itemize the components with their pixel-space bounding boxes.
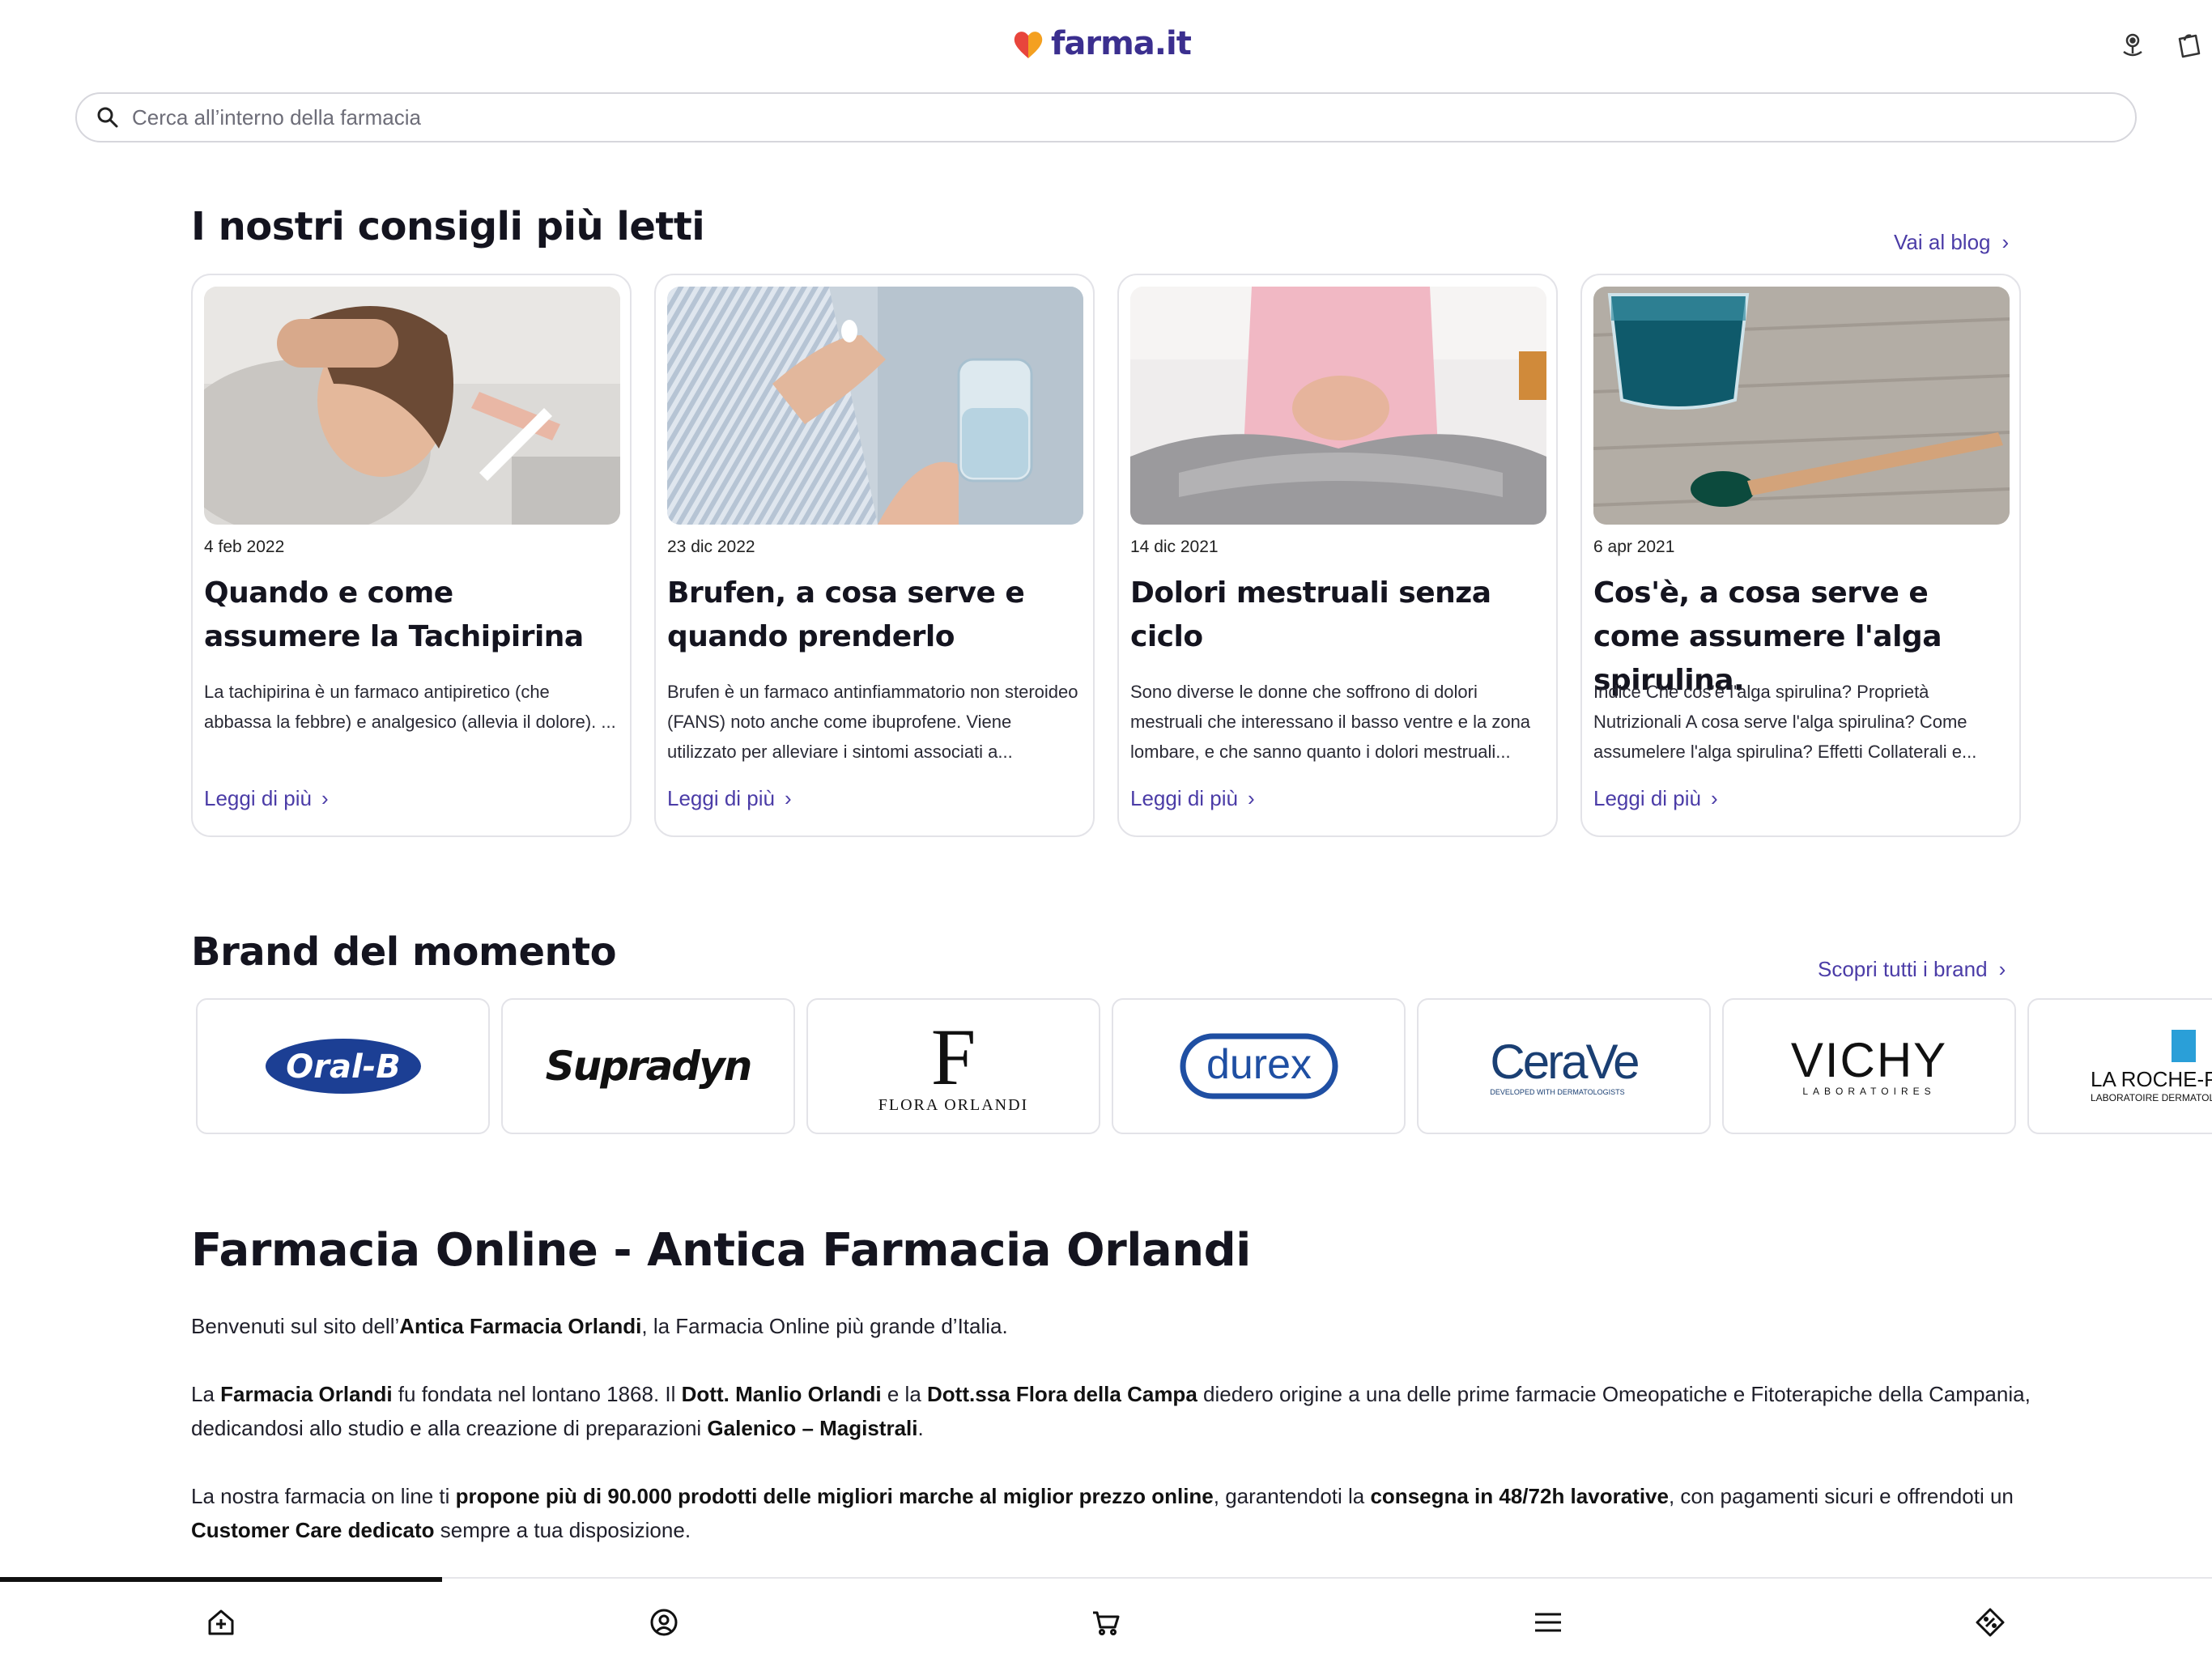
read-more-link[interactable]: Leggi di più › <box>1130 786 1255 811</box>
chevron-right-icon: › <box>321 786 329 810</box>
blog-section-title: I nostri consigli più letti <box>191 204 705 249</box>
brand-durex[interactable]: durex <box>1112 998 1406 1134</box>
brand-vichy-tagline: LABORATOIRES <box>1802 1086 1936 1097</box>
read-more-link[interactable]: Leggi di più › <box>667 786 792 811</box>
blog-card-excerpt: Brufen è un farmaco antinfiammatorio non… <box>667 682 1078 762</box>
read-more-label: Leggi di più <box>667 786 775 810</box>
chevron-right-icon: › <box>1998 957 2006 981</box>
brand-durex-text: durex <box>1206 1041 1311 1088</box>
brand-la-roche-posay-tagline: LABORATOIRE DERMATOLOGIQUE <box>2091 1091 2212 1103</box>
brand-vichy[interactable]: VICHY LABORATOIRES <box>1722 998 2016 1134</box>
blog-card-excerpt: La tachipirina è un farmaco antipiretico… <box>204 682 616 732</box>
menu-icon <box>1535 1613 1561 1632</box>
blog-card-image <box>204 287 620 525</box>
brand-oralb-text: Oral-B <box>286 1048 401 1086</box>
brand-flora-orlandi-text: FLORA ORLANDI <box>878 1095 1029 1114</box>
blog-card-date: 4 feb 2022 <box>204 538 285 556</box>
brand-la-roche-posay-text: LA ROCHE-POSAY <box>2091 1066 2212 1091</box>
brand-flora-orlandi[interactable]: F FLORA ORLANDI <box>806 998 1100 1134</box>
brands-section-title: Brand del momento <box>191 929 617 975</box>
chevron-right-icon: › <box>1248 786 1255 810</box>
blog-card-title[interactable]: Quando e come assumere la Tachipirina <box>204 572 619 659</box>
heart-logo-icon <box>1014 32 1043 58</box>
blog-card-date: 14 dic 2021 <box>1130 538 1219 556</box>
bag-icon[interactable] <box>2172 29 2204 62</box>
brand-vichy-text: VICHY <box>1790 1033 1948 1087</box>
blog-card-date: 23 dic 2022 <box>667 538 755 556</box>
blog-card-title[interactable]: Brufen, a cosa serve e quando prenderlo <box>667 572 1082 659</box>
read-more-label: Leggi di più <box>1593 786 1701 810</box>
search-input[interactable] <box>132 104 2075 130</box>
location-icon[interactable] <box>2116 29 2149 62</box>
search-bar[interactable] <box>75 92 2137 142</box>
chevron-right-icon: › <box>1711 786 1718 810</box>
all-brands-link[interactable]: Scopri tutti i brand › <box>1818 957 2006 982</box>
blog-card[interactable]: 6 apr 2021 Cos'è, a cosa serve e come as… <box>1580 274 2021 837</box>
blog-card-excerpt: Indice Che cos'è l'alga spirulina? Propr… <box>1593 682 1977 762</box>
blog-cards: 4 feb 2022 Quando e come assumere la Tac… <box>191 274 2021 837</box>
read-more-link[interactable]: Leggi di più › <box>1593 786 1718 811</box>
brand-cerave[interactable]: CeraVe DEVELOPED WITH DERMATOLOGISTS <box>1417 998 1711 1134</box>
blog-card-title[interactable]: Dolori mestruali senza ciclo <box>1130 572 1545 659</box>
brand-supradyn-text: Supradyn <box>545 1043 753 1090</box>
brand-la-roche-posay[interactable]: LA ROCHE-POSAY LABORATOIRE DERMATOLOGIQU… <box>2027 998 2212 1134</box>
read-more-label: Leggi di più <box>204 786 312 810</box>
app-header: farma.it <box>0 0 2212 142</box>
about-paragraph-1: Benvenuti sul sito dell’Antica Farmacia … <box>191 1314 1008 1338</box>
logo-text: farma.it <box>1051 25 1192 62</box>
blog-card-excerpt: Sono diverse le donne che soffrono di do… <box>1130 682 1531 762</box>
offers-icon <box>1976 1608 2005 1637</box>
brands-carousel[interactable]: Oral-B Supradyn F FLORA ORLANDI durex Ce… <box>196 998 2212 1134</box>
brand-oralb[interactable]: Oral-B <box>196 998 490 1134</box>
nav-menu[interactable] <box>1529 1603 1568 1642</box>
account-icon <box>650 1609 678 1636</box>
blog-card-title[interactable]: Cos'è, a cosa serve e come assumere l'al… <box>1593 572 2008 697</box>
la-roche-posay-square-icon <box>2172 1029 2196 1062</box>
bottom-navigation <box>0 1577 2212 1658</box>
flora-orlandi-monogram-icon: F <box>930 1011 976 1102</box>
blog-card[interactable]: 14 dic 2021 Dolori mestruali senza ciclo… <box>1117 274 1558 837</box>
blog-card-image <box>1593 287 2010 525</box>
blog-card-date: 6 apr 2021 <box>1593 538 1675 556</box>
blog-card-image <box>1130 287 1546 525</box>
go-to-blog-link[interactable]: Vai al blog › <box>1894 230 2009 255</box>
brand-cerave-tagline: DEVELOPED WITH DERMATOLOGISTS <box>1490 1088 1625 1096</box>
active-tab-indicator <box>0 1577 442 1582</box>
read-more-label: Leggi di più <box>1130 786 1238 810</box>
nav-offers[interactable] <box>1971 1603 2010 1642</box>
all-brands-label: Scopri tutti i brand <box>1818 957 1988 981</box>
nav-home[interactable] <box>202 1603 240 1642</box>
go-to-blog-label: Vai al blog <box>1894 230 1991 254</box>
about-paragraph-2: La Farmacia Orlandi fu fondata nel lonta… <box>191 1382 2031 1440</box>
brand-supradyn[interactable]: Supradyn <box>501 998 795 1134</box>
cart-icon <box>1093 1611 1120 1635</box>
home-icon <box>208 1609 234 1635</box>
blog-card-image <box>667 287 1083 525</box>
search-icon <box>97 107 118 128</box>
brand-cerave-text: CeraVe <box>1490 1035 1640 1089</box>
read-more-link[interactable]: Leggi di più › <box>204 786 329 811</box>
farma-logo[interactable]: farma.it <box>1010 19 1192 68</box>
chevron-right-icon: › <box>2001 230 2010 254</box>
nav-account[interactable] <box>644 1603 683 1642</box>
blog-card[interactable]: 23 dic 2022 Brufen, a cosa serve e quand… <box>654 274 1095 837</box>
chevron-right-icon: › <box>785 786 792 810</box>
blog-card[interactable]: 4 feb 2022 Quando e come assumere la Tac… <box>191 274 632 837</box>
nav-cart[interactable] <box>1087 1603 1125 1642</box>
about-paragraph-3: La nostra farmacia on line ti propone pi… <box>191 1484 2014 1542</box>
about-title: Farmacia Online - Antica Farmacia Orland… <box>191 1224 1251 1277</box>
